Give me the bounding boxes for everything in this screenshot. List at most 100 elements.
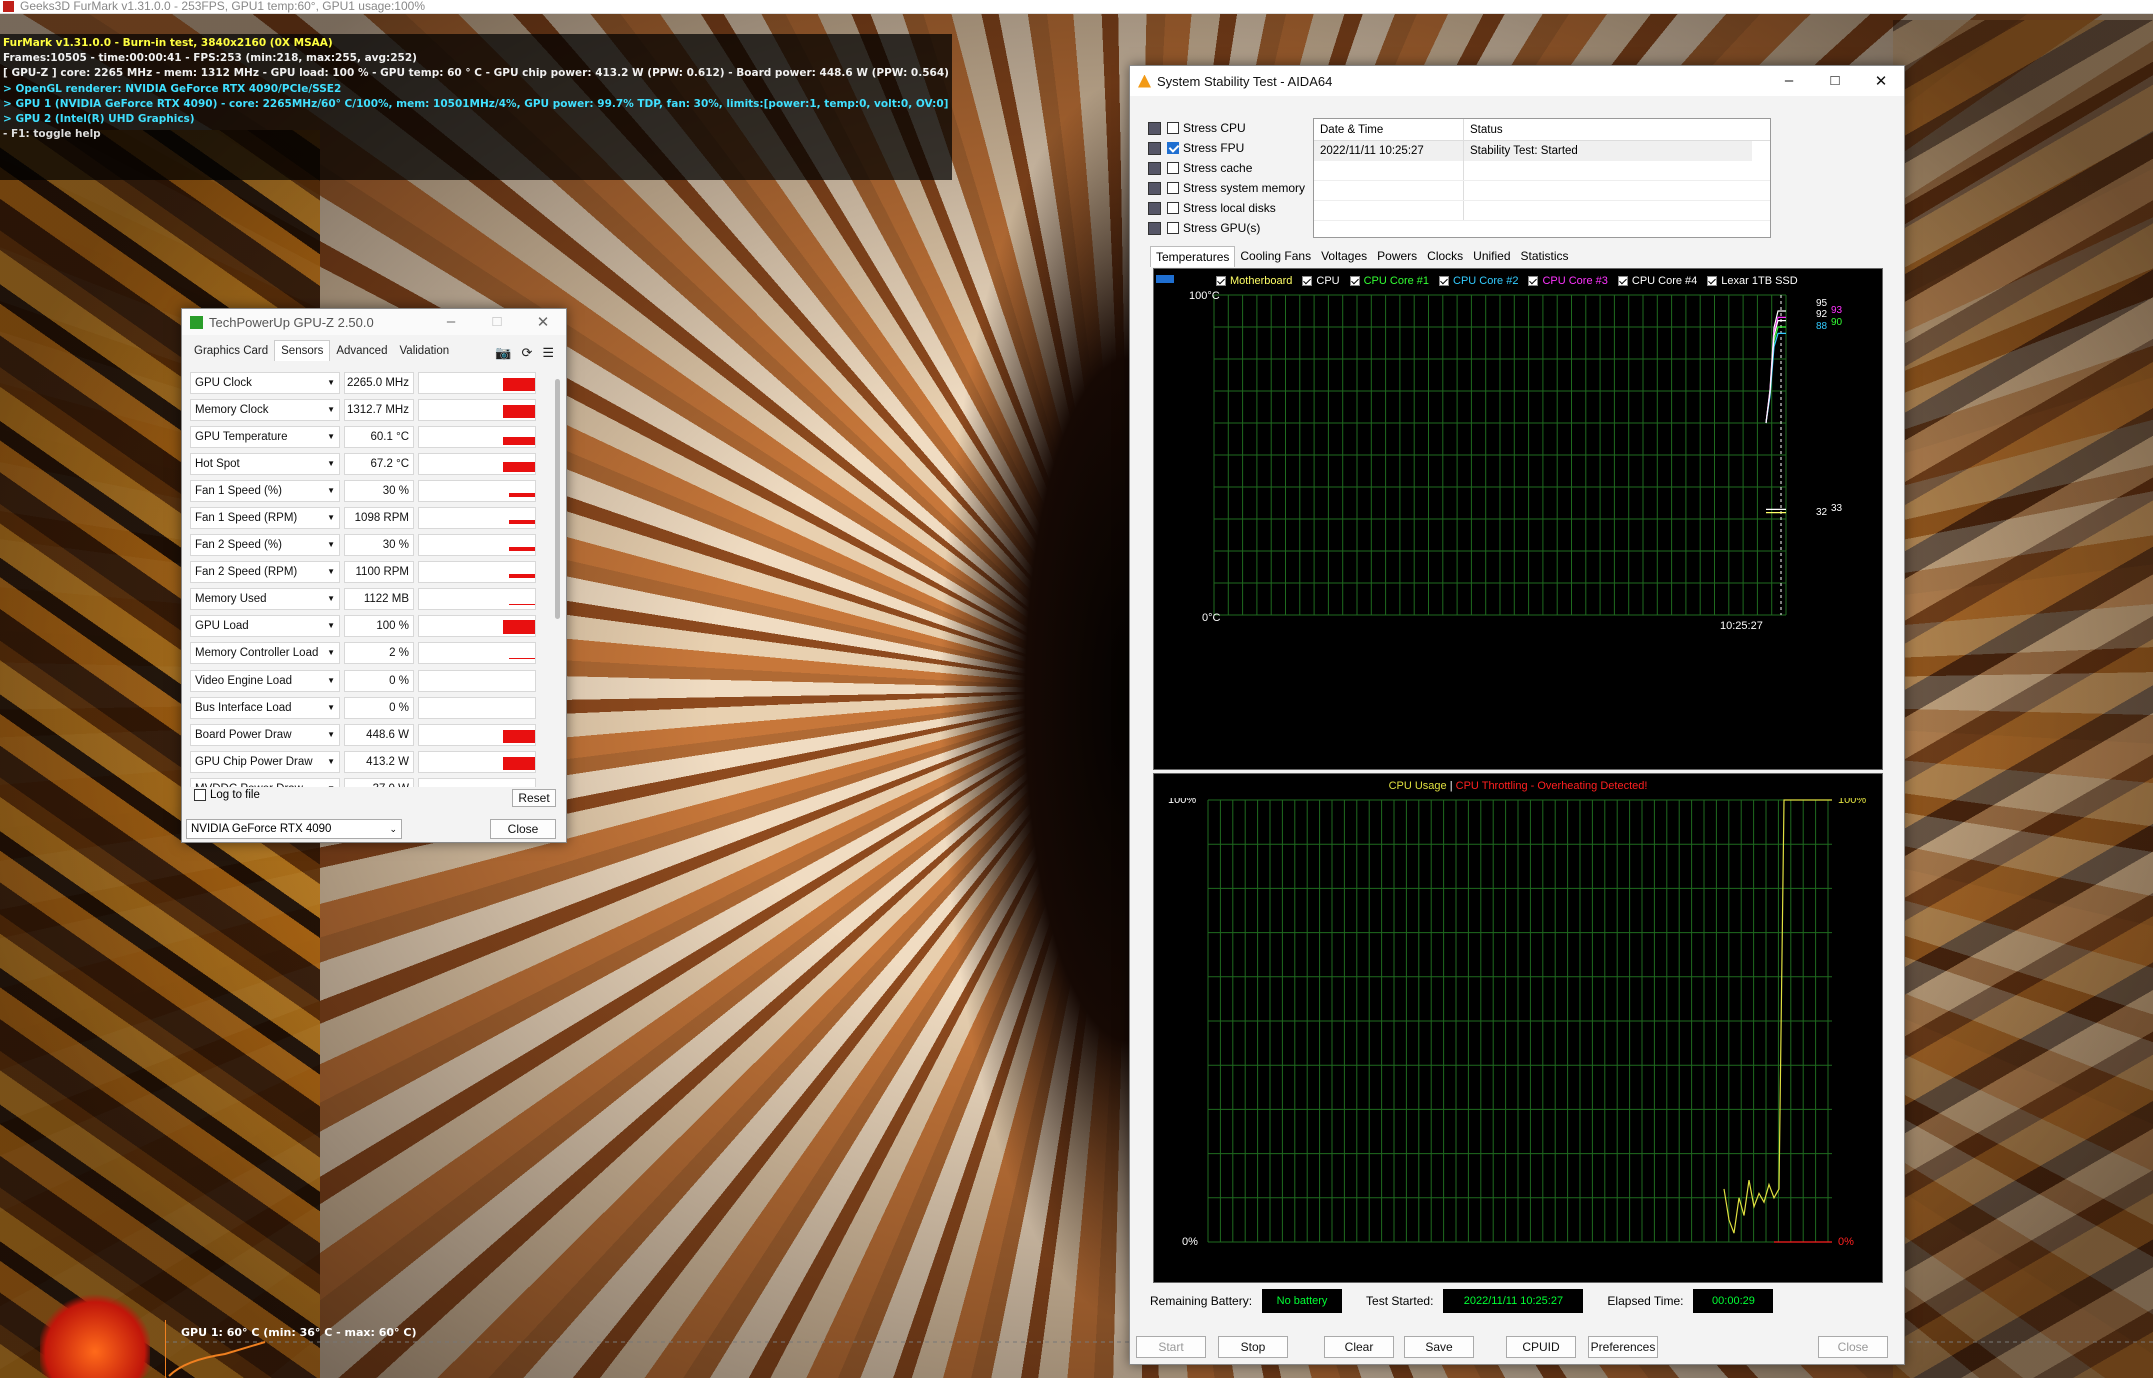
graph-scroll-thumb[interactable] <box>1156 275 1174 283</box>
stress-checkbox[interactable] <box>1167 122 1179 134</box>
gpuz-titlebar[interactable]: TechPowerUp GPU-Z 2.50.0 – □ ✕ <box>182 309 566 335</box>
sensor-name[interactable]: Memory Used ▼ <box>190 588 340 611</box>
aida-close-button[interactable]: Close <box>1818 1336 1888 1358</box>
stress-checkbox[interactable] <box>1167 222 1179 234</box>
sensor-name[interactable]: Bus Interface Load ▼ <box>190 696 340 719</box>
close-icon[interactable]: ✕ <box>520 313 566 331</box>
maximize-icon[interactable]: □ <box>1812 72 1858 90</box>
log-header-datetime[interactable]: Date & Time <box>1314 119 1464 140</box>
tab-validation[interactable]: Validation <box>393 341 455 361</box>
dropdown-arrow-icon[interactable]: ▼ <box>327 621 335 630</box>
legend-item[interactable]: CPU Core #4 <box>1617 275 1697 287</box>
legend-checkbox[interactable] <box>1528 276 1539 286</box>
dropdown-arrow-icon[interactable]: ▼ <box>327 513 335 522</box>
dropdown-arrow-icon[interactable]: ▼ <box>327 757 335 766</box>
legend-item[interactable]: CPU Core #1 <box>1349 275 1429 287</box>
stress-option[interactable]: Stress system memory <box>1148 178 1305 198</box>
stress-checkbox[interactable] <box>1167 162 1179 174</box>
dropdown-arrow-icon[interactable]: ▼ <box>327 730 335 739</box>
tab-statistics[interactable]: Statistics <box>1516 246 1574 267</box>
log-to-file-row[interactable]: Log to file <box>194 789 260 801</box>
sensor-name[interactable]: Hot Spot ▼ <box>190 452 340 475</box>
dropdown-arrow-icon[interactable]: ▼ <box>327 784 335 787</box>
sensor-name[interactable]: Memory Clock ▼ <box>190 398 340 421</box>
log-to-file-checkbox[interactable] <box>194 789 206 801</box>
camera-icon[interactable]: 📷 <box>495 345 511 361</box>
sensor-name[interactable]: Fan 2 Speed (%) ▼ <box>190 534 340 557</box>
stress-checkbox[interactable] <box>1167 202 1179 214</box>
stress-option[interactable]: Stress GPU(s) <box>1148 218 1305 238</box>
stop-button[interactable]: Stop <box>1218 1336 1288 1358</box>
dropdown-arrow-icon[interactable]: ▼ <box>327 405 335 414</box>
sensor-name[interactable]: GPU Clock ▼ <box>190 371 340 394</box>
cpuid-button[interactable]: CPUID <box>1506 1336 1576 1358</box>
tab-powers[interactable]: Powers <box>1372 246 1422 267</box>
sensor-name[interactable]: MVDDC Power Draw ▼ <box>190 777 340 787</box>
legend-checkbox[interactable] <box>1617 276 1628 286</box>
preferences-button[interactable]: Preferences <box>1588 1336 1658 1358</box>
reset-button[interactable]: Reset <box>512 789 556 807</box>
menu-icon[interactable]: ☰ <box>542 345 554 361</box>
dropdown-arrow-icon[interactable]: ▼ <box>327 703 335 712</box>
legend-checkbox[interactable] <box>1707 276 1718 286</box>
sensor-name[interactable]: Memory Controller Load ▼ <box>190 642 340 665</box>
dropdown-arrow-icon[interactable]: ▼ <box>327 594 335 603</box>
stress-option[interactable]: Stress FPU <box>1148 138 1305 158</box>
save-button[interactable]: Save <box>1404 1336 1474 1358</box>
dropdown-arrow-icon[interactable]: ▼ <box>327 459 335 468</box>
legend-checkbox[interactable] <box>1349 276 1360 286</box>
tab-graphics-card[interactable]: Graphics Card <box>188 341 274 361</box>
stress-checkbox[interactable] <box>1167 182 1179 194</box>
log-row[interactable]: 2022/11/11 10:25:27 Stability Test: Star… <box>1314 141 1752 161</box>
sensor-scrollbar[interactable] <box>555 379 560 619</box>
sensor-name[interactable]: GPU Temperature ▼ <box>190 425 340 448</box>
tab-cooling-fans[interactable]: Cooling Fans <box>1235 246 1316 267</box>
log-header-status[interactable]: Status <box>1464 119 1770 140</box>
stress-option[interactable]: Stress CPU <box>1148 118 1305 138</box>
sensor-name[interactable]: GPU Load ▼ <box>190 615 340 638</box>
furmark-titlebar[interactable]: Geeks3D FurMark v1.31.0.0 - 253FPS, GPU1… <box>0 0 2153 14</box>
sensor-name[interactable]: Board Power Draw ▼ <box>190 723 340 746</box>
legend-checkbox[interactable] <box>1439 276 1450 286</box>
start-button[interactable]: Start <box>1136 1336 1206 1358</box>
minimize-icon[interactable]: – <box>1766 72 1812 90</box>
sensor-name[interactable]: GPU Chip Power Draw ▼ <box>190 750 340 773</box>
maximize-icon[interactable]: □ <box>474 313 520 331</box>
tab-advanced[interactable]: Advanced <box>330 341 393 361</box>
gpuz-close-button[interactable]: Close <box>490 819 556 839</box>
dropdown-arrow-icon[interactable]: ▼ <box>327 378 335 387</box>
dropdown-arrow-icon[interactable]: ▼ <box>327 676 335 685</box>
tab-temperatures[interactable]: Temperatures <box>1150 246 1236 267</box>
refresh-icon[interactable]: ⟳ <box>521 345 532 361</box>
sensor-name[interactable]: Fan 1 Speed (RPM) ▼ <box>190 507 340 530</box>
clear-button[interactable]: Clear <box>1324 1336 1394 1358</box>
dropdown-arrow-icon[interactable]: ▼ <box>327 486 335 495</box>
tab-sensors[interactable]: Sensors <box>274 340 331 361</box>
dropdown-arrow-icon[interactable]: ▼ <box>327 540 335 549</box>
tab-voltages[interactable]: Voltages <box>1316 246 1372 267</box>
close-icon[interactable]: ✕ <box>1858 72 1904 90</box>
sensor-name[interactable]: Fan 1 Speed (%) ▼ <box>190 479 340 502</box>
stress-option[interactable]: Stress cache <box>1148 158 1305 178</box>
gpuz-window[interactable]: TechPowerUp GPU-Z 2.50.0 – □ ✕ Graphics … <box>181 308 567 843</box>
dropdown-arrow-icon[interactable]: ▼ <box>327 648 335 657</box>
aida-titlebar[interactable]: System Stability Test - AIDA64 – □ ✕ <box>1130 66 1904 96</box>
dropdown-arrow-icon[interactable]: ▼ <box>327 567 335 576</box>
legend-checkbox[interactable] <box>1302 276 1313 286</box>
minimize-icon[interactable]: – <box>428 313 474 331</box>
sensor-name[interactable]: Fan 2 Speed (RPM) ▼ <box>190 561 340 584</box>
legend-item[interactable]: CPU Core #3 <box>1528 275 1608 287</box>
legend-checkbox[interactable] <box>1216 276 1226 286</box>
tab-unified[interactable]: Unified <box>1468 246 1515 267</box>
stress-option[interactable]: Stress local disks <box>1148 198 1305 218</box>
legend-item[interactable]: Lexar 1TB SSD <box>1707 275 1798 287</box>
legend-item[interactable]: CPU <box>1302 275 1340 287</box>
legend-item[interactable]: Motherboard <box>1216 275 1292 287</box>
sensor-name[interactable]: Video Engine Load ▼ <box>190 669 340 692</box>
tab-clocks[interactable]: Clocks <box>1422 246 1468 267</box>
aida-window[interactable]: System Stability Test - AIDA64 – □ ✕ Str… <box>1129 65 1905 1365</box>
gpu-device-select[interactable]: NVIDIA GeForce RTX 4090 ⌄ <box>186 819 402 839</box>
stability-log[interactable]: Date & Time Status 2022/11/11 10:25:27 S… <box>1313 118 1771 238</box>
dropdown-arrow-icon[interactable]: ▼ <box>327 432 335 441</box>
legend-item[interactable]: CPU Core #2 <box>1439 275 1518 287</box>
